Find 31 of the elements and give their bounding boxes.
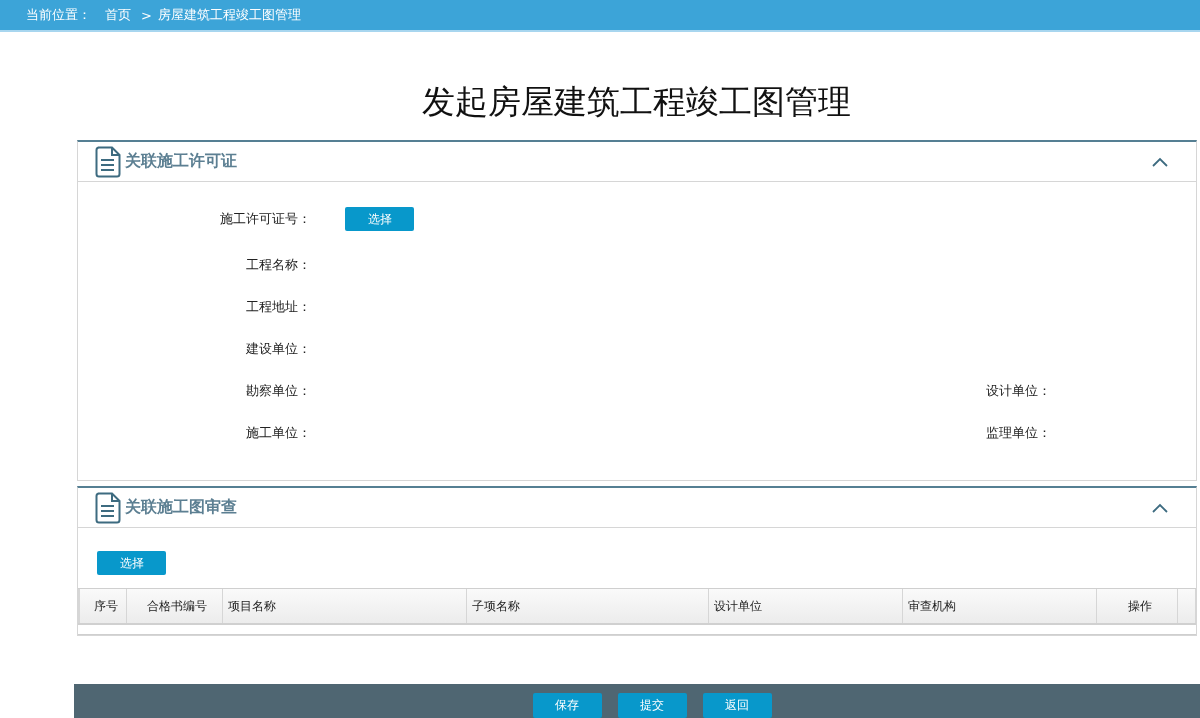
- action-button[interactable]: 提交: [617, 693, 687, 718]
- field-label: 施工许可证号：: [219, 210, 311, 228]
- breadcrumb-current: 房屋建筑工程竣工图管理: [157, 6, 301, 24]
- field-label: 建设单位：: [245, 340, 311, 358]
- field-label: 监理单位：: [986, 424, 1051, 442]
- breadcrumb-home-link[interactable]: 首页: [105, 6, 131, 24]
- document-icon: [95, 491, 121, 524]
- column-header: 子项名称: [466, 589, 708, 623]
- collapse-chevron-icon[interactable]: [1152, 156, 1168, 167]
- column-header: 设计单位: [708, 589, 902, 623]
- document-icon: [95, 145, 121, 178]
- breadcrumb-label: 当前位置：: [26, 6, 91, 24]
- column-header: 序号: [78, 589, 126, 623]
- select-button[interactable]: 选择: [345, 207, 414, 231]
- column-header: 操作: [1096, 589, 1177, 623]
- section-title: 关联施工图审查: [125, 497, 237, 518]
- field-label: 工程地址：: [245, 298, 311, 316]
- field-label: 勘察单位：: [245, 382, 311, 400]
- field-label: 施工单位：: [245, 424, 311, 442]
- action-button[interactable]: 返回: [702, 693, 772, 718]
- action-button[interactable]: 保存: [532, 693, 602, 718]
- field-label: 工程名称：: [245, 256, 311, 274]
- column-header: 合格书编号: [126, 589, 222, 623]
- field-label: 设计单位：: [986, 382, 1051, 400]
- column-header: 项目名称: [222, 589, 466, 623]
- select-button[interactable]: 选择: [97, 551, 166, 575]
- collapse-chevron-icon[interactable]: [1152, 502, 1168, 513]
- breadcrumb-separator: >: [141, 7, 152, 23]
- column-header: 审查机构: [902, 589, 1096, 623]
- section-title: 关联施工许可证: [125, 151, 237, 172]
- page-title: 发起房屋建筑工程竣工图管理: [420, 81, 852, 123]
